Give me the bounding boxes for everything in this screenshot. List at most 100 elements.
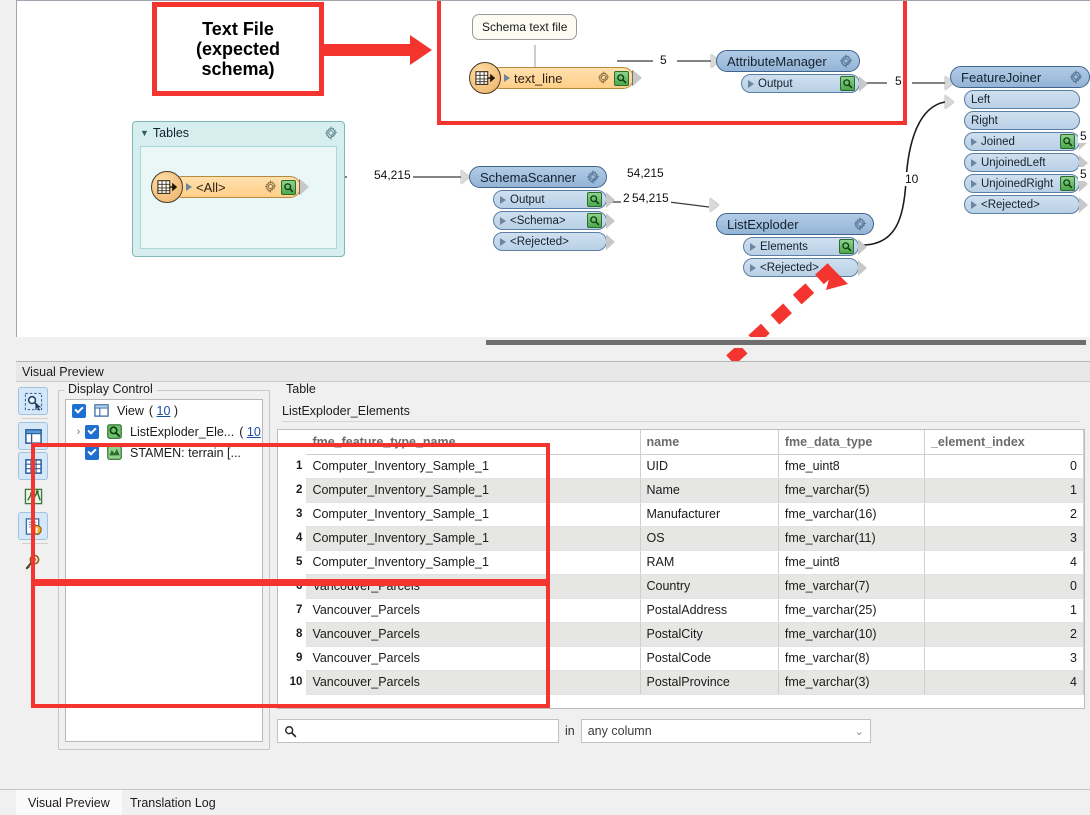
cell-fme-feature-type-name[interactable]: Computer_Inventory_Sample_1 bbox=[306, 550, 641, 575]
transformer-header[interactable]: FeatureJoiner bbox=[950, 66, 1090, 88]
port-schema[interactable]: <Schema> bbox=[493, 211, 615, 230]
table-view-icon[interactable] bbox=[18, 452, 48, 480]
cell-fme-data-type[interactable]: fme_varchar(8) bbox=[778, 646, 925, 671]
column-header-element-index[interactable]: _element_index bbox=[924, 430, 1084, 455]
cell-name[interactable]: PostalAddress bbox=[640, 598, 779, 623]
tab-visual-preview[interactable]: Visual Preview bbox=[16, 790, 122, 815]
cell--element-index[interactable]: 2 bbox=[924, 502, 1084, 527]
cell--element-index[interactable]: 1 bbox=[924, 478, 1084, 503]
cell-name[interactable]: Name bbox=[640, 478, 779, 503]
inspector-toggle-icon[interactable] bbox=[587, 213, 602, 228]
transformer-header[interactable]: AttributeManager bbox=[716, 50, 860, 72]
expand-triangle-icon[interactable] bbox=[186, 183, 192, 191]
expand-triangle-icon[interactable] bbox=[750, 242, 756, 251]
column-header-name[interactable]: name bbox=[640, 430, 779, 455]
cell-name[interactable]: PostalProvince bbox=[640, 670, 779, 695]
feature-type-all[interactable]: <All> bbox=[151, 171, 309, 203]
expand-triangle-icon[interactable] bbox=[971, 137, 977, 146]
column-header-fme-feature-type-name[interactable]: fme_feature_type_name bbox=[306, 430, 641, 455]
port-rejected[interactable]: <Rejected> bbox=[964, 195, 1088, 214]
checkbox-view[interactable] bbox=[72, 403, 86, 418]
tree-item-stamen-terrain[interactable]: STAMEN: terrain [... bbox=[66, 442, 262, 463]
display-control-tree[interactable]: View ( 10 ) › ListExploder_Ele... ( 10 ) bbox=[65, 399, 263, 742]
bottom-tab-bar[interactable]: Visual Preview Translation Log bbox=[0, 789, 1090, 815]
transformer-header[interactable]: ListExploder bbox=[716, 213, 874, 235]
cell--element-index[interactable]: 4 bbox=[924, 550, 1084, 575]
data-grid[interactable]: fme_feature_type_name name fme_data_type… bbox=[277, 429, 1085, 709]
cell--element-index[interactable]: 4 bbox=[924, 670, 1084, 695]
cell-fme-feature-type-name[interactable]: Vancouver_Parcels bbox=[306, 622, 641, 647]
port-joined[interactable]: Joined bbox=[964, 132, 1088, 151]
inspect-tool-icon[interactable] bbox=[18, 547, 48, 575]
tree-item-view[interactable]: View ( 10 ) bbox=[66, 400, 262, 421]
cell--element-index[interactable]: 1 bbox=[924, 598, 1084, 623]
gear-icon[interactable] bbox=[586, 170, 600, 184]
gear-icon[interactable] bbox=[839, 54, 853, 68]
scrollbar-thumb[interactable] bbox=[486, 340, 1086, 345]
inspector-toggle-icon[interactable] bbox=[614, 70, 629, 86]
cell-name[interactable]: PostalCode bbox=[640, 646, 779, 671]
bookmark-tables[interactable]: ▼ Tables <All> bbox=[132, 121, 345, 257]
port-unjoinedleft[interactable]: UnjoinedLeft bbox=[964, 153, 1088, 172]
table-search-bar[interactable]: in any column ⌄ bbox=[277, 718, 1085, 744]
gear-icon[interactable] bbox=[597, 71, 611, 85]
search-input[interactable] bbox=[302, 723, 558, 739]
cell-name[interactable]: RAM bbox=[640, 550, 779, 575]
port-left[interactable]: Left bbox=[964, 90, 1080, 109]
cell-fme-data-type[interactable]: fme_varchar(7) bbox=[778, 574, 925, 599]
cell-name[interactable]: PostalCity bbox=[640, 622, 779, 647]
expand-triangle-icon[interactable] bbox=[500, 216, 506, 225]
cell-fme-feature-type-name[interactable]: Computer_Inventory_Sample_1 bbox=[306, 526, 641, 551]
graphics-view-icon[interactable] bbox=[18, 482, 48, 510]
transformer-attributemanager[interactable]: AttributeManager Output bbox=[716, 50, 868, 93]
cell-fme-feature-type-name[interactable]: Vancouver_Parcels bbox=[306, 574, 641, 599]
gear-icon[interactable] bbox=[1069, 70, 1083, 84]
port-unjoinedright[interactable]: UnjoinedRight bbox=[964, 174, 1088, 193]
reader-text-line[interactable]: text_line bbox=[469, 62, 642, 94]
port-rejected[interactable]: <Rejected> bbox=[493, 232, 615, 251]
port-output[interactable]: Output bbox=[493, 190, 615, 209]
cell-fme-feature-type-name[interactable]: Vancouver_Parcels bbox=[306, 598, 641, 623]
table-row[interactable]: 9 Vancouver_Parcels PostalCode fme_varchar(… bbox=[278, 646, 1084, 671]
inspector-toggle-icon[interactable] bbox=[1060, 134, 1075, 149]
expand-triangle-icon[interactable] bbox=[971, 200, 977, 209]
transformer-header[interactable]: SchemaScanner bbox=[469, 166, 607, 188]
cell-fme-feature-type-name[interactable]: Computer_Inventory_Sample_1 bbox=[306, 454, 641, 479]
cell--element-index[interactable]: 3 bbox=[924, 526, 1084, 551]
table-row[interactable]: 6 Vancouver_Parcels Country fme_varchar(7) 0 bbox=[278, 574, 1084, 599]
cell-fme-feature-type-name[interactable]: Computer_Inventory_Sample_1 bbox=[306, 502, 641, 527]
feature-type-chip[interactable]: <All> bbox=[171, 176, 309, 198]
gear-icon[interactable] bbox=[324, 125, 338, 140]
expand-triangle-icon[interactable] bbox=[500, 237, 506, 246]
preview-tool-rail[interactable] bbox=[18, 387, 52, 569]
table-row[interactable]: 3 Computer_Inventory_Sample_1 Manufacturer… bbox=[278, 502, 1084, 527]
cell-name[interactable]: OS bbox=[640, 526, 779, 551]
cell-fme-feature-type-name[interactable]: Vancouver_Parcels bbox=[306, 646, 641, 671]
cell-fme-data-type[interactable]: fme_uint8 bbox=[778, 550, 925, 575]
search-column-select[interactable]: any column ⌄ bbox=[580, 719, 871, 743]
inspector-toggle-icon[interactable] bbox=[587, 192, 602, 207]
tree-item-listexploder-elements[interactable]: › ListExploder_Ele... ( 10 ) bbox=[66, 421, 262, 442]
expand-triangle-icon[interactable] bbox=[971, 158, 977, 167]
cell-name[interactable]: Manufacturer bbox=[640, 502, 779, 527]
port-right[interactable]: Right bbox=[964, 111, 1080, 130]
cell-fme-data-type[interactable]: fme_varchar(5) bbox=[778, 478, 925, 503]
checkbox-stamen-terrain[interactable] bbox=[85, 445, 99, 460]
port-output[interactable]: Output bbox=[741, 74, 868, 93]
feature-type-chip[interactable]: text_line bbox=[489, 67, 642, 89]
canvas-horizontal-scrollbar[interactable] bbox=[16, 337, 1090, 348]
cell-fme-feature-type-name[interactable]: Vancouver_Parcels bbox=[306, 670, 641, 695]
inspector-toggle-icon[interactable] bbox=[839, 239, 854, 254]
cell-fme-data-type[interactable]: fme_varchar(10) bbox=[778, 622, 925, 647]
table-row[interactable]: 8 Vancouver_Parcels PostalCity fme_varchar(… bbox=[278, 622, 1084, 647]
cell-fme-data-type[interactable]: fme_uint8 bbox=[778, 454, 925, 479]
port-rejected[interactable]: <Rejected> bbox=[743, 258, 867, 277]
cell-fme-feature-type-name[interactable]: Computer_Inventory_Sample_1 bbox=[306, 478, 641, 503]
tab-translation-log[interactable]: Translation Log bbox=[118, 790, 228, 815]
layout-panel-icon[interactable] bbox=[18, 422, 48, 450]
collapse-triangle-icon[interactable]: ▼ bbox=[140, 128, 149, 138]
select-tool-icon[interactable] bbox=[18, 387, 48, 415]
inspector-toggle-icon[interactable] bbox=[1060, 176, 1075, 191]
expand-triangle-icon[interactable] bbox=[971, 179, 977, 188]
table-row[interactable]: 2 Computer_Inventory_Sample_1 Name fme_varc… bbox=[278, 478, 1084, 503]
